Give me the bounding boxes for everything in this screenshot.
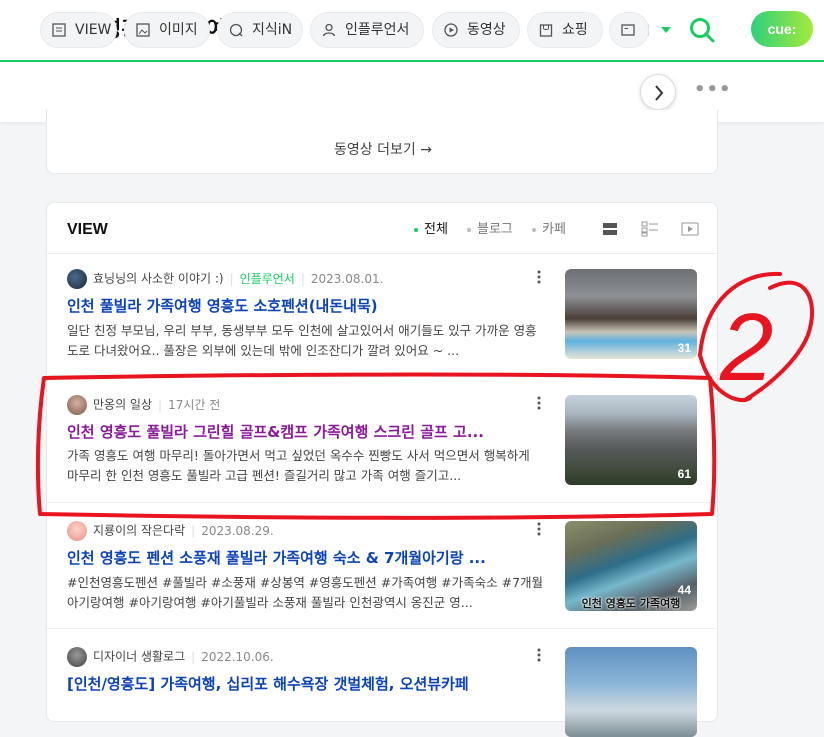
divider [47, 375, 719, 376]
tab-influencer[interactable]: 인플루언서 [310, 12, 424, 48]
filter-all[interactable]: 전체 [414, 220, 448, 240]
grid-view-icon[interactable] [641, 221, 659, 237]
meta-divider: | [191, 523, 196, 538]
post-date: 2022.10.06. [201, 649, 274, 664]
section-title: VIEW [67, 221, 108, 238]
avatar [67, 269, 87, 289]
tab-video[interactable]: 동영상 [432, 12, 520, 48]
post-author[interactable]: 디자이너 생활로그 | 2022.10.06. [67, 647, 274, 667]
divider [47, 628, 719, 629]
post-title[interactable]: 인천 영흥도 펜션 소풍재 풀빌라 가족여행 숙소 & 7개월아기랑 ... [67, 547, 529, 569]
kebab-menu-icon[interactable] [537, 648, 541, 662]
post-snippet: 일단 친정 부모님, 우리 부부, 동생부부 모두 인천에 살고있어서 애기들도… [67, 323, 537, 358]
chevron-down-icon[interactable] [661, 27, 671, 33]
divider [47, 253, 719, 254]
filter-blog[interactable]: 블로그 [467, 220, 513, 240]
kebab-menu-icon[interactable] [537, 522, 541, 536]
video-section: 동영상 더보기 → [46, 110, 718, 174]
search-icon[interactable] [688, 16, 716, 44]
post-title[interactable]: 인천 영흥도 풀빌라 그린힐 골프&캠프 가족여행 스크린 골프 고... [67, 421, 529, 443]
play-icon [444, 23, 458, 37]
post-date: 2023.08.29. [201, 523, 274, 538]
more-menu-icon[interactable]: ••• [694, 80, 732, 100]
tab-knowledge[interactable]: 지식iN [217, 12, 303, 48]
view-icon [52, 23, 66, 37]
thumbnail-caption: 인천 영흥도 가족여행 [581, 597, 681, 610]
tab-label: VIEW [75, 22, 112, 38]
filter-label: 블로그 [477, 222, 513, 237]
view-section: VIEW 전체 블로그 카페 효닝닝의 사소한 이야기 :) | 인플루언서 | 202… [46, 202, 719, 737]
kebab-menu-icon[interactable] [537, 396, 541, 410]
post-snippet: #인천영흥도펜션 #풀빌라 #소풍재 #상봉역 #영흥도펜션 #가족여행 #가족… [67, 575, 544, 610]
author-name: 디자이너 생활로그 [93, 649, 186, 664]
author-name: 효닝닝의 사소한 이야기 :) [93, 271, 224, 286]
knowledge-icon [229, 23, 243, 37]
post-date: 2023.08.01. [310, 271, 384, 286]
avatar [67, 395, 87, 415]
post-author[interactable]: 효닝닝의 사소한 이야기 :) | 인플루언서 | 2023.08.01. [67, 269, 383, 289]
photo-count: 61 [677, 467, 691, 481]
chevron-right-icon [655, 85, 664, 101]
kebab-menu-icon[interactable] [537, 270, 541, 284]
post-author[interactable]: 지룡이의 작은다락 | 2023.08.29. [67, 521, 274, 541]
post-date: 17시간 전 [168, 397, 221, 412]
post-author[interactable]: 만옹의 일상 | 17시간 전 [67, 395, 220, 415]
tabs-next-button[interactable] [640, 74, 676, 110]
author-name: 지룡이의 작은다락 [93, 523, 186, 538]
tab-image[interactable]: 이미지 [124, 12, 210, 48]
tab-label: 쇼핑 [562, 22, 588, 38]
tab-label: 인플루언서 [345, 22, 410, 38]
post-title[interactable]: [인천/영흥도] 가족여행, 십리포 해수욕장 갯벌체험, 오션뷰카페 [67, 673, 529, 695]
meta-divider: | [191, 649, 196, 664]
photo-count: 44 [677, 583, 691, 597]
meta-divider: | [158, 397, 163, 412]
tab-label: 동영상 [467, 22, 506, 38]
list-view-icon[interactable] [602, 221, 618, 237]
annotation-label: 2 [719, 294, 773, 401]
video-more-link[interactable]: 동영상 더보기 → [47, 140, 719, 160]
filter-cafe[interactable]: 카페 [532, 220, 566, 240]
meta-divider: | [229, 271, 234, 286]
tab-label: 지식iN [252, 22, 293, 38]
post-thumbnail[interactable]: 인천 영흥도 가족여행 44 [565, 521, 697, 611]
tab-view[interactable]: VIEW [40, 12, 117, 48]
news-icon [621, 24, 635, 36]
avatar [67, 521, 87, 541]
post-thumbnail[interactable]: 31 [565, 269, 697, 359]
post-snippet: 가족 영흥도 여행 마무리! 돌아가면서 먹고 싶었던 옥수수 찐빵도 사서 먹… [67, 448, 530, 483]
influencer-badge: 인플루언서 [239, 271, 295, 286]
filter-label: 카페 [542, 222, 566, 237]
tab-label: 이미지 [159, 22, 198, 38]
image-icon [136, 23, 150, 37]
cue-button[interactable]: cue: [751, 11, 813, 47]
filter-label: 전체 [424, 222, 448, 237]
post-thumbnail[interactable]: 61 [565, 395, 697, 485]
tab-shopping[interactable]: 쇼핑 [527, 12, 603, 48]
photo-count: 31 [677, 341, 691, 355]
bag-icon [539, 24, 553, 37]
video-view-icon[interactable] [681, 221, 699, 237]
person-icon [322, 23, 336, 37]
post-title[interactable]: 인천 풀빌라 가족여행 영흥도 소호펜션(내돈내묵) [67, 295, 529, 317]
divider [47, 502, 719, 503]
meta-divider: | [300, 271, 305, 286]
tab-more-partial[interactable] [609, 12, 649, 48]
post-thumbnail[interactable] [565, 647, 697, 737]
author-name: 만옹의 일상 [93, 397, 153, 412]
avatar [67, 647, 87, 667]
